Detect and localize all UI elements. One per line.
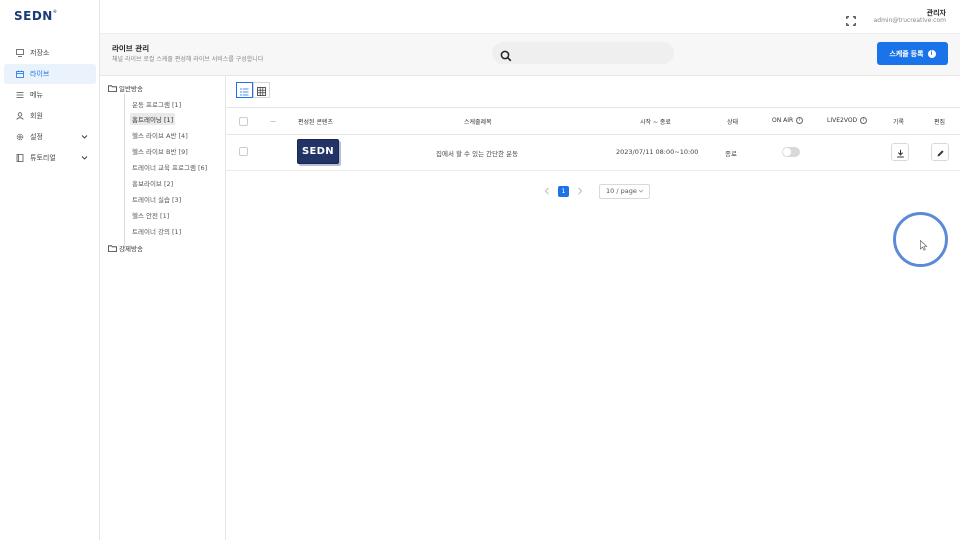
tree-item[interactable]: 헬스 라이브 B반 [9] — [130, 145, 190, 157]
page-header: 라이브 관리 채널 라이브 로컬 스케줄 편성해 라이브 서비스를 구성합니다 … — [100, 34, 960, 76]
pagination: 1 10 / page — [542, 183, 650, 199]
tree-connector — [124, 94, 125, 252]
row-schedule-name: 집에서 할 수 있는 간단한 운동 — [436, 150, 519, 158]
col-edit: 편집 — [934, 119, 946, 126]
register-schedule-button[interactable]: 스케줄 등록 i — [877, 42, 948, 65]
chevron-down-icon — [81, 133, 88, 142]
register-schedule-label: 스케줄 등록 — [889, 50, 924, 58]
sidebar-item-live[interactable]: 라이브 — [4, 64, 96, 84]
app-root: SEDN® 저장소 라이브 메뉴 회원 설정 튜토리얼 관리자 admin@tr… — [0, 0, 960, 540]
list-icon — [240, 81, 249, 100]
onair-toggle[interactable] — [782, 147, 800, 157]
col-status: 상태 — [727, 119, 739, 126]
schedule-panel: ... 편성된 콘텐츠 스케줄제목 시작 ~ 종료 상태 ON AIR i LIV… — [226, 76, 960, 540]
view-toggle — [236, 82, 270, 98]
info-icon: i — [927, 49, 936, 58]
tree-item-selected[interactable]: 홈트레이닝 [1] — [130, 113, 176, 125]
logo-text: SEDN — [14, 9, 53, 23]
sidebar-item-label: 메뉴 — [30, 91, 43, 99]
folder-icon — [108, 244, 117, 252]
sidebar-item-label: 라이브 — [30, 70, 50, 78]
grid-icon — [257, 81, 266, 100]
col-live2vod-label: LIVE2VOD — [827, 117, 858, 124]
edit-button[interactable] — [931, 143, 949, 161]
sidebar-item-settings[interactable]: 설정 — [4, 127, 96, 147]
gear-icon — [16, 133, 24, 141]
col-live2vod: LIVE2VOD i — [827, 117, 868, 124]
book-icon — [16, 154, 24, 162]
row-status: 종료 — [725, 150, 737, 158]
page-number-current[interactable]: 1 — [558, 185, 569, 197]
page-size-value: 10 / page — [606, 187, 637, 195]
tree-root-forced[interactable]: 강제방송 — [108, 243, 143, 253]
row-checkbox[interactable] — [239, 147, 248, 156]
tree-root-label: 강제방송 — [119, 245, 143, 253]
mouse-cursor-icon — [920, 236, 928, 251]
table-row[interactable]: SEDN 집에서 할 수 있는 간단한 운동 2023/07/11 08:00~… — [226, 135, 960, 171]
record-download-button[interactable] — [891, 143, 909, 161]
list-view-button[interactable] — [236, 82, 253, 98]
next-page-button[interactable] — [575, 186, 585, 196]
calendar-icon — [16, 70, 24, 78]
search-box[interactable] — [492, 42, 674, 64]
sidebar-item-label: 설정 — [30, 133, 43, 141]
tree-root-label: 일반방송 — [119, 85, 143, 93]
page-subtitle: 채널 라이브 로컬 스케줄 편성해 라이브 서비스를 구성합니다 — [112, 56, 264, 63]
sidebar-item-label: 회원 — [30, 112, 43, 120]
sidebar-item-members[interactable]: 회원 — [4, 106, 96, 126]
download-icon — [896, 143, 905, 162]
chevron-down-icon — [81, 154, 88, 163]
logo[interactable]: SEDN® — [14, 9, 57, 23]
tree-item[interactable]: 트레이너 교육 프로그램 [6] — [130, 161, 209, 173]
search-icon — [500, 47, 512, 62]
fullscreen-icon[interactable] — [846, 11, 856, 26]
col-content: 편성된 콘텐츠 — [298, 119, 334, 126]
table-header: ... 편성된 콘텐츠 스케줄제목 시작 ~ 종료 상태 ON AIR i LIV… — [226, 107, 960, 135]
col-onair: ON AIR i — [772, 117, 804, 124]
col-period: 시작 ~ 종료 — [640, 119, 671, 126]
col-onair-label: ON AIR — [772, 117, 794, 124]
tree-root-general[interactable]: 일반방송 — [108, 83, 143, 93]
col-schedule-name: 스케줄제목 — [464, 119, 492, 126]
menu-icon — [16, 91, 24, 99]
chevron-down-icon — [638, 188, 644, 196]
logo-mark: ® — [52, 9, 58, 14]
info-icon[interactable]: i — [796, 117, 804, 124]
content-thumbnail[interactable]: SEDN — [297, 139, 339, 164]
category-tree: 일반방송 운동 프로그램 [1] 홈트레이닝 [1] 헬스 라이브 A반 [4]… — [100, 76, 226, 540]
folder-icon — [108, 84, 117, 92]
row-period: 2023/07/11 08:00~10:00 — [616, 148, 699, 156]
sidebar: SEDN® 저장소 라이브 메뉴 회원 설정 튜토리얼 — [0, 0, 100, 540]
sidebar-item-menu[interactable]: 메뉴 — [4, 85, 96, 105]
page-size-select[interactable]: 10 / page — [599, 183, 650, 199]
sidebar-item-label: 저장소 — [30, 49, 50, 57]
tree-item[interactable]: 홍보라이브 [2] — [130, 177, 175, 189]
grid-view-button[interactable] — [253, 82, 270, 98]
tree-item[interactable]: 헬스 라이브 A반 [4] — [130, 129, 190, 141]
sidebar-item-label: 튜토리얼 — [30, 154, 56, 162]
page-title: 라이브 관리 — [112, 44, 150, 53]
search-input[interactable] — [518, 45, 668, 61]
user-email: admin@trucreative.com — [873, 17, 946, 24]
tree-item[interactable]: 트레이너 강의 [1] — [130, 225, 183, 237]
col-record: 기록 — [893, 119, 905, 126]
sidebar-nav: 저장소 라이브 메뉴 회원 설정 튜토리얼 — [0, 42, 100, 169]
info-icon[interactable]: i — [860, 117, 868, 124]
select-all-checkbox[interactable] — [239, 117, 248, 126]
col-more: ... — [270, 117, 276, 124]
top-bar: 관리자 admin@trucreative.com — [100, 0, 960, 34]
tree-item[interactable]: 트레이너 실습 [3] — [130, 193, 183, 205]
tree-item[interactable]: 운동 프로그램 [1] — [130, 98, 183, 110]
sidebar-item-storage[interactable]: 저장소 — [4, 43, 96, 63]
prev-page-button[interactable] — [542, 186, 552, 196]
pencil-icon — [936, 143, 945, 162]
tree-item[interactable]: 헬스 안전 [1] — [130, 209, 171, 221]
user-icon — [16, 112, 24, 120]
sidebar-item-tutorial[interactable]: 튜토리얼 — [4, 148, 96, 168]
thumbnail-text: SEDN — [302, 146, 334, 157]
monitor-icon — [16, 49, 24, 57]
